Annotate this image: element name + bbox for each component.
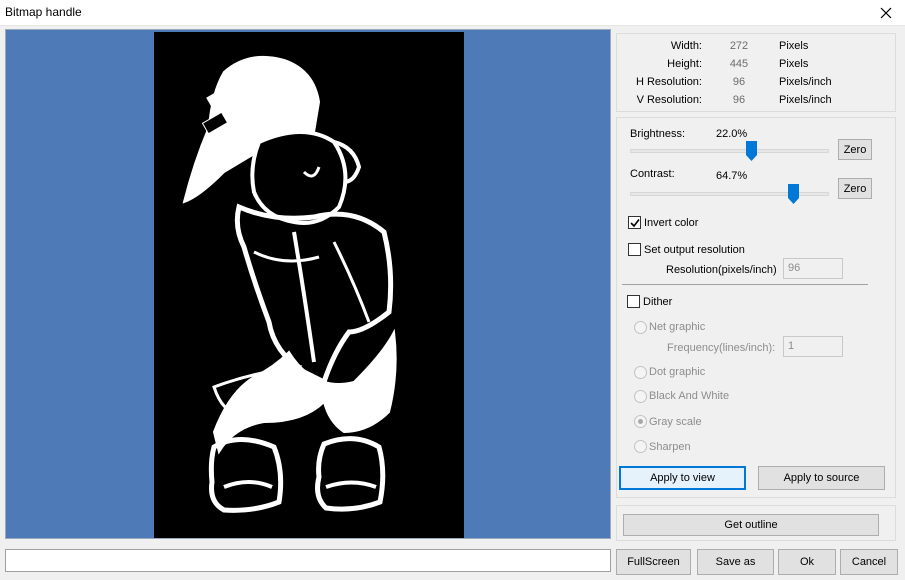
options-separator [622,284,868,285]
v-resolution-value: 96 [732,94,746,106]
h-resolution-value: 96 [732,76,746,88]
v-resolution-label: V Resolution: [636,94,702,106]
net-graphic-label[interactable]: Net graphic [649,321,705,333]
image-preview-area[interactable] [5,29,611,539]
brightness-slider-track[interactable] [630,149,829,153]
v-resolution-unit: Pixels/inch [779,94,832,106]
bitmap-canvas [154,32,464,538]
checkmark-icon [629,218,640,227]
character-illustration [182,55,397,513]
contrast-slider-thumb[interactable] [787,184,799,204]
info-row-width: Width: 272 Pixels [617,38,887,54]
contrast-slider-track[interactable] [630,192,829,196]
resolution-field-label: Resolution(pixels/inch) [666,264,777,276]
status-field [5,549,611,572]
brightness-zero-button[interactable]: Zero [838,139,872,160]
cancel-button[interactable]: Cancel [840,549,898,575]
width-label: Width: [670,40,702,52]
output-resolution-label[interactable]: Set output resolution [644,244,745,256]
width-unit: Pixels [779,40,809,52]
get-outline-button[interactable]: Get outline [623,514,879,536]
window-title: Bitmap handle [5,5,82,19]
output-resolution-checkbox[interactable] [628,243,641,256]
h-resolution-label: H Resolution: [635,76,702,88]
gray-scale-label[interactable]: Gray scale [649,416,702,428]
dither-label[interactable]: Dither [643,296,672,308]
info-row-h-resolution: H Resolution: 96 Pixels/inch [617,74,887,90]
invert-color-checkbox[interactable] [628,216,641,229]
fullscreen-button[interactable]: FullScreen [616,549,691,575]
sharpen-label[interactable]: Sharpen [649,441,691,453]
height-unit: Pixels [779,58,809,70]
brightness-value: 22.0% [716,128,748,140]
resolution-input[interactable]: 96 [783,258,843,279]
dot-graphic-radio[interactable] [634,366,647,379]
title-bar: Bitmap handle [0,0,905,26]
brightness-label: Brightness: [630,128,686,140]
apply-to-source-button[interactable]: Apply to source [758,466,885,490]
frequency-input[interactable]: 1 [783,336,843,357]
h-resolution-unit: Pixels/inch [779,76,832,88]
frequency-label: Frequency(lines/inch): [667,342,776,354]
height-label: Height: [667,58,702,70]
contrast-label: Contrast: [630,168,675,180]
sharpen-radio[interactable] [634,440,647,453]
brightness-slider-thumb[interactable] [745,141,757,161]
dot-graphic-label[interactable]: Dot graphic [649,366,705,378]
width-value: 272 [729,40,749,52]
save-as-button[interactable]: Save as [697,549,774,575]
dither-checkbox[interactable] [627,295,640,308]
contrast-zero-button[interactable]: Zero [838,178,872,199]
invert-color-label[interactable]: Invert color [644,217,698,229]
info-row-v-resolution: V Resolution: 96 Pixels/inch [617,92,887,108]
gray-scale-radio[interactable] [634,415,647,428]
contrast-value: 64.7% [716,170,748,182]
image-info-group: Width: 272 Pixels Height: 445 Pixels H R… [616,33,896,112]
apply-to-view-button[interactable]: Apply to view [619,466,746,490]
ok-button[interactable]: Ok [778,549,836,575]
height-value: 445 [729,58,749,70]
close-button[interactable] [867,0,905,26]
black-and-white-radio[interactable] [634,390,647,403]
net-graphic-radio[interactable] [634,321,647,334]
close-icon [880,7,892,19]
black-and-white-label[interactable]: Black And White [649,390,729,402]
info-row-height: Height: 445 Pixels [617,56,887,72]
